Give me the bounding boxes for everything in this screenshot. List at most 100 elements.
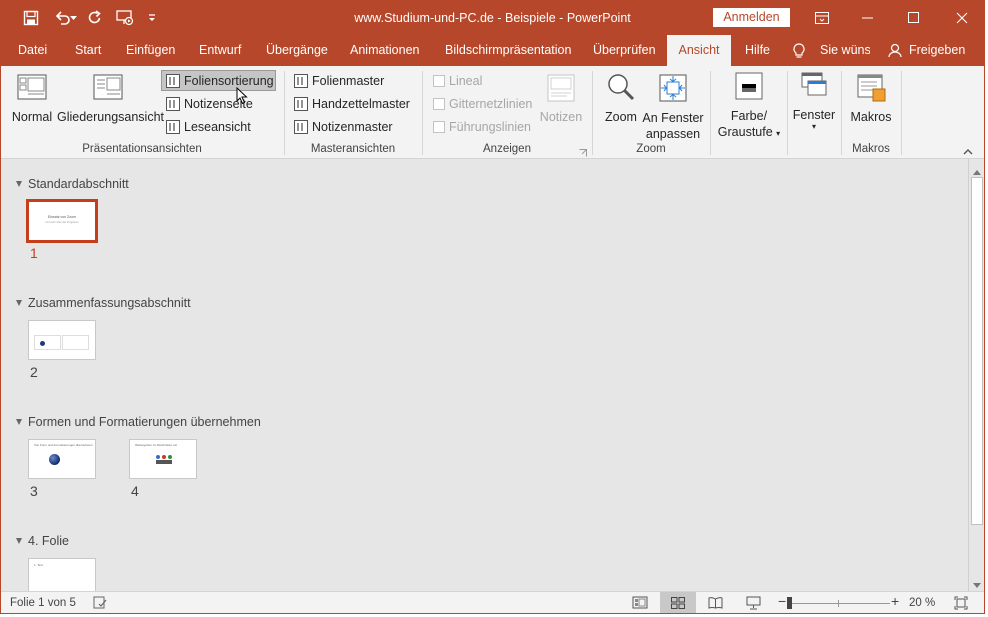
zoom-out-icon[interactable]: − <box>778 593 786 609</box>
customize-toolbar-icon[interactable] <box>141 7 163 29</box>
slide-sorter-status-button[interactable] <box>660 592 696 613</box>
zoom-slider-thumb[interactable] <box>787 597 792 609</box>
chevron-down-icon: ▾ <box>811 122 816 131</box>
slide-sorter-label: Foliensortierung <box>184 73 274 88</box>
minimize-icon[interactable] <box>845 1 891 35</box>
window-icon <box>799 72 829 100</box>
section-header[interactable]: Formen und Formatierungen übernehmen <box>16 415 261 429</box>
tab-hilfe[interactable]: Hilfe <box>743 35 772 66</box>
slide-title: Weitergehen zu Abschnitten etc <box>135 443 178 447</box>
notes-button[interactable]: Notizen <box>538 72 584 124</box>
section-name: Formen und Formatierungen übernehmen <box>28 415 261 429</box>
tab-animationen[interactable]: Animationen <box>348 35 422 66</box>
maximize-icon[interactable] <box>891 1 937 35</box>
spelling-check-icon[interactable] <box>93 596 107 612</box>
close-icon[interactable] <box>939 1 984 35</box>
slide-thumbnail-5[interactable]: 1. Text <box>28 558 96 591</box>
normal-view-icon <box>16 72 48 104</box>
fit-slide-status-icon[interactable] <box>954 596 968 613</box>
chevron-down-icon: ▾ <box>776 129 781 138</box>
handout-master-button[interactable]: Handzettelmaster <box>294 93 410 114</box>
slide-thumbnail-4[interactable]: Weitergehen zu Abschnitten etc <box>129 439 197 479</box>
zoom-level[interactable]: 20 % <box>909 597 935 609</box>
dialog-launcher-icon[interactable] <box>579 146 587 160</box>
scroll-up-icon[interactable] <box>973 164 981 178</box>
notes-master-button[interactable]: Notizenmaster <box>294 116 393 137</box>
slide-title: Einsatz von Zoom <box>47 215 76 219</box>
section-header[interactable]: Standardabschnitt <box>16 177 129 191</box>
slide-master-icon <box>294 73 308 88</box>
signin-button[interactable]: Anmelden <box>713 8 790 27</box>
reading-view-label: Leseansicht <box>184 119 251 134</box>
notes-page-button[interactable]: Notizenseite <box>161 93 276 114</box>
scrollbar-thumb[interactable] <box>971 177 983 525</box>
color-grayscale-button[interactable]: Farbe/ Graustufe ▾ <box>715 72 783 142</box>
outline-view-button[interactable]: Gliederungsansicht <box>57 72 164 124</box>
macros-button[interactable]: Makros <box>847 72 895 124</box>
fit-to-window-button[interactable]: An Fenster anpassen <box>642 72 704 142</box>
slideshow-status-icon[interactable] <box>746 596 761 613</box>
slide-number: 4 <box>131 483 139 499</box>
zoom-label: Zoom <box>605 110 637 124</box>
ribbon-display-options-icon[interactable] <box>799 1 845 35</box>
undo-dropdown-icon[interactable] <box>68 7 78 29</box>
tab-entwurf[interactable]: Entwurf <box>197 35 243 66</box>
slide-sorter-button[interactable]: Foliensortierung <box>161 70 276 91</box>
collapse-ribbon-icon[interactable] <box>963 144 973 158</box>
notes-icon <box>545 72 577 104</box>
tab-start[interactable]: Start <box>73 35 103 66</box>
collapse-triangle-icon[interactable] <box>16 300 22 306</box>
share-person-icon[interactable] <box>888 43 902 61</box>
reading-view-button[interactable]: Leseansicht <box>161 116 276 137</box>
tell-me-search[interactable]: Sie wünsc <box>818 35 870 66</box>
slide-thumbnail-3[interactable]: Von Form und Formatierungen übernehmen <box>28 439 96 479</box>
section-header[interactable]: 4. Folie <box>16 534 69 548</box>
section-header[interactable]: Zusammenfassungsabschnitt <box>16 296 191 310</box>
ruler-check-box[interactable] <box>433 74 445 87</box>
scroll-down-icon[interactable] <box>973 578 981 592</box>
zoom-button[interactable]: Zoom <box>601 72 641 124</box>
tab-ansicht[interactable]: Ansicht <box>667 35 731 66</box>
slide-thumbnail-2[interactable] <box>28 320 96 360</box>
globe-icon <box>49 454 60 465</box>
powerpoint-window: www.Studium-und-PC.de - Beispiele - Powe… <box>0 0 985 614</box>
normal-view-button[interactable]: Normal <box>11 72 53 124</box>
gridlines-checkbox[interactable]: Gitternetzlinien <box>433 93 532 114</box>
collapse-triangle-icon[interactable] <box>16 181 22 187</box>
ruler-checkbox[interactable]: Lineal <box>433 70 482 91</box>
share-button[interactable]: Freigeben <box>907 35 967 66</box>
slide-sorter-status-icon <box>671 597 685 612</box>
tab-einfuegen[interactable]: Einfügen <box>124 35 177 66</box>
notes-label: Notizen <box>539 110 583 124</box>
redo-icon[interactable] <box>84 7 106 29</box>
group-label-master-views: Masteransichten <box>310 143 396 155</box>
vertical-scrollbar[interactable] <box>968 159 984 592</box>
outline-view-icon <box>92 72 124 104</box>
normal-view-status-icon[interactable] <box>632 596 648 612</box>
save-icon[interactable] <box>20 7 42 29</box>
notes-master-icon <box>294 119 308 134</box>
tab-ueberpruefen[interactable]: Überprüfen <box>591 35 658 66</box>
guides-checkbox[interactable]: Führungslinien <box>433 116 531 137</box>
zoom-tile <box>62 335 89 350</box>
guides-check-box[interactable] <box>433 120 445 133</box>
tab-uebergaenge[interactable]: Übergänge <box>264 35 330 66</box>
zoom-slider-track[interactable] <box>790 603 890 604</box>
gridlines-check-box[interactable] <box>433 97 445 110</box>
collapse-triangle-icon[interactable] <box>16 419 22 425</box>
window-button[interactable]: Fenster ▾ <box>792 72 836 131</box>
reading-view-status-icon[interactable] <box>708 596 723 612</box>
present-from-start-icon[interactable] <box>114 7 136 29</box>
slide-master-button[interactable]: Folienmaster <box>294 70 384 91</box>
slide-thumbnail-1[interactable]: Einsatz von Zoom und mehr über das Progr… <box>26 199 98 243</box>
collapse-triangle-icon[interactable] <box>16 538 22 544</box>
lightbulb-icon[interactable] <box>792 43 806 62</box>
color-grayscale-icon <box>734 72 764 100</box>
zoom-in-icon[interactable]: + <box>891 593 899 609</box>
macros-icon <box>855 72 887 104</box>
tab-datei[interactable]: Datei <box>16 35 49 66</box>
tab-bildschirmpraesentation[interactable]: Bildschirmpräsentation <box>443 35 573 66</box>
section-name: Zusammenfassungsabschnitt <box>28 296 191 310</box>
group-separator <box>710 71 711 155</box>
slide-sorter-pane: Standardabschnitt Einsatz von Zoom und m… <box>1 159 968 591</box>
